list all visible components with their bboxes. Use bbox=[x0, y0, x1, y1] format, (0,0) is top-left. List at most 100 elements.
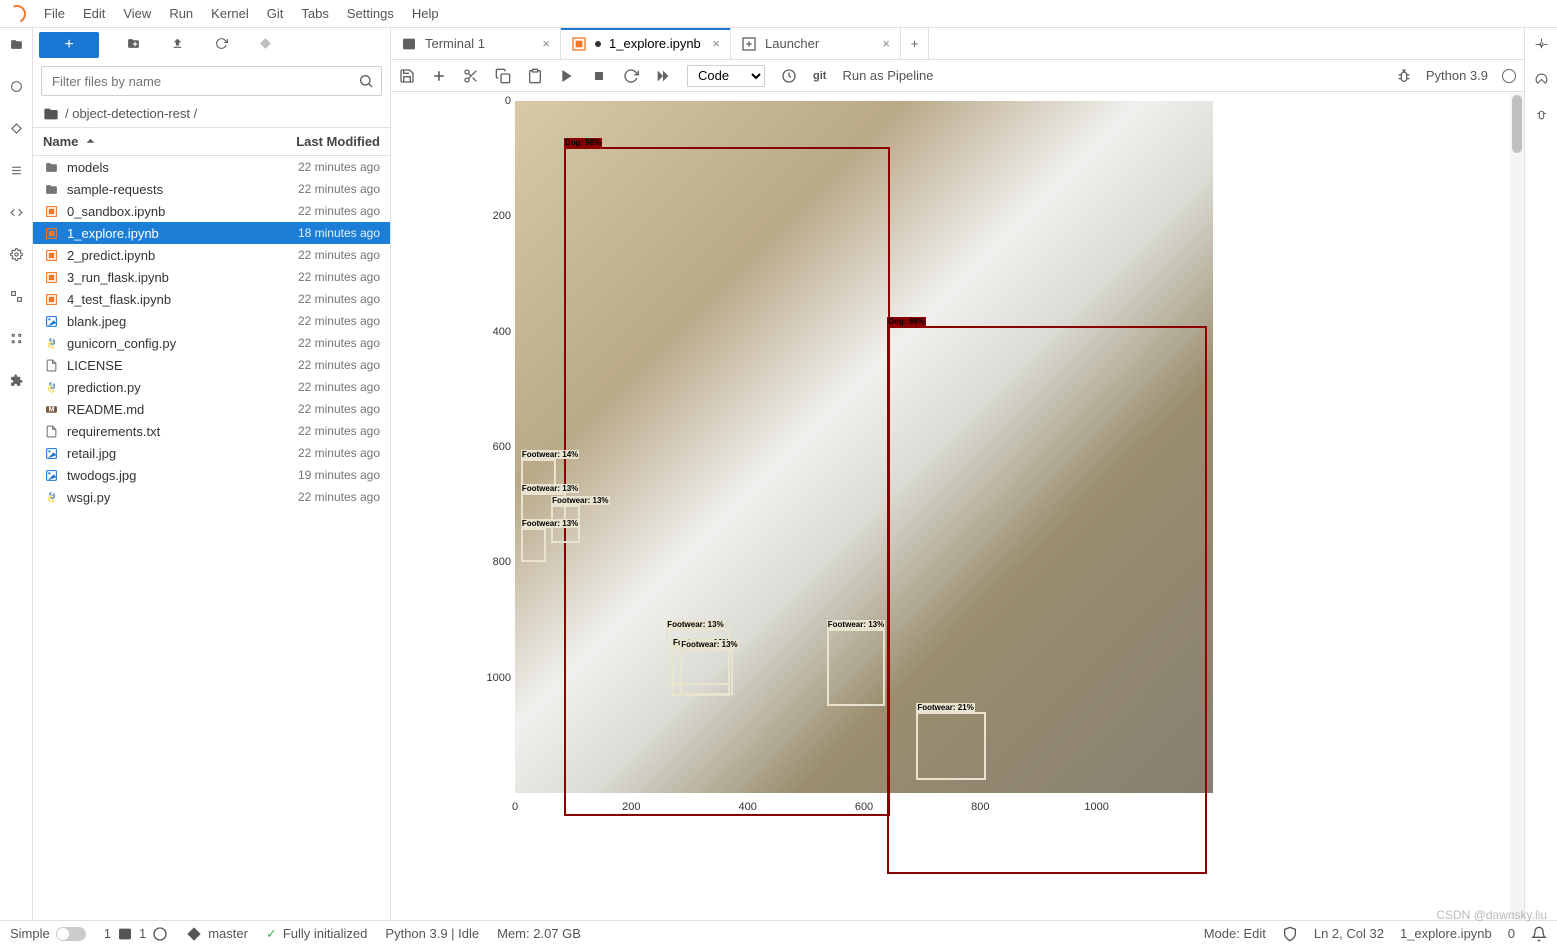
menu-run[interactable]: Run bbox=[169, 6, 193, 21]
trust-icon[interactable] bbox=[1282, 926, 1298, 942]
main-content: Terminal 1×1_explore.ipynb×Launcher×+ Co… bbox=[391, 28, 1524, 920]
y-tick: 1000 bbox=[487, 672, 511, 684]
add-cell-icon[interactable] bbox=[431, 68, 447, 84]
breadcrumb[interactable]: / object-detection-rest / bbox=[33, 100, 390, 128]
file-row[interactable]: 2_predict.ipynb22 minutes ago bbox=[33, 244, 390, 266]
tab[interactable]: Launcher× bbox=[731, 28, 901, 59]
jupyter-logo bbox=[5, 2, 28, 25]
menu-kernel[interactable]: Kernel bbox=[211, 6, 249, 21]
status-count: 0 bbox=[1508, 926, 1515, 941]
new-folder-icon[interactable] bbox=[127, 37, 143, 53]
y-tick: 400 bbox=[493, 326, 511, 338]
file-name: requirements.txt bbox=[67, 424, 298, 439]
git-icon[interactable] bbox=[6, 118, 26, 138]
save-icon[interactable] bbox=[399, 68, 415, 84]
menu-tabs[interactable]: Tabs bbox=[301, 6, 328, 21]
file-row[interactable]: LICENSE22 minutes ago bbox=[33, 354, 390, 376]
x-tick: 0 bbox=[512, 801, 518, 813]
run-icon[interactable] bbox=[559, 68, 575, 84]
code-icon[interactable] bbox=[6, 202, 26, 222]
file-row[interactable]: twodogs.jpg19 minutes ago bbox=[33, 464, 390, 486]
filter-row bbox=[33, 62, 390, 100]
tab[interactable]: 1_explore.ipynb× bbox=[561, 28, 731, 59]
scrollbar-vertical[interactable] bbox=[1510, 93, 1524, 920]
file-row[interactable]: blank.jpeg22 minutes ago bbox=[33, 310, 390, 332]
menu-git[interactable]: Git bbox=[267, 6, 284, 21]
folder-icon[interactable] bbox=[6, 34, 26, 54]
detection-box bbox=[916, 712, 986, 780]
kernel-name[interactable]: Python 3.9 bbox=[1426, 68, 1488, 83]
bell-icon[interactable] bbox=[1531, 926, 1547, 942]
close-icon[interactable]: × bbox=[712, 36, 720, 51]
file-browser-toolbar: + bbox=[33, 28, 390, 62]
dashboard-icon[interactable] bbox=[1535, 73, 1548, 86]
copy-icon[interactable] bbox=[495, 68, 511, 84]
file-row[interactable]: sample-requests22 minutes ago bbox=[33, 178, 390, 200]
menu-help[interactable]: Help bbox=[412, 6, 439, 21]
run-all-icon[interactable] bbox=[655, 68, 671, 84]
close-icon[interactable]: × bbox=[542, 36, 550, 51]
extension-icon[interactable] bbox=[6, 370, 26, 390]
status-tabs[interactable]: 11 bbox=[104, 926, 168, 942]
upload-icon[interactable] bbox=[171, 37, 187, 53]
file-row[interactable]: MREADME.md22 minutes ago bbox=[33, 398, 390, 420]
kernel-indicator[interactable] bbox=[1502, 69, 1516, 83]
file-row[interactable]: gunicorn_config.py22 minutes ago bbox=[33, 332, 390, 354]
header-name[interactable]: Name bbox=[43, 134, 97, 149]
run-pipeline-button[interactable]: Run as Pipeline bbox=[842, 68, 933, 83]
restart-icon[interactable] bbox=[623, 68, 639, 84]
debug-icon[interactable] bbox=[1535, 108, 1548, 121]
nb-icon bbox=[43, 291, 59, 307]
detection-label: Dog: 98% bbox=[564, 138, 602, 147]
file-row[interactable]: prediction.py22 minutes ago bbox=[33, 376, 390, 398]
file-row[interactable]: retail.jpg22 minutes ago bbox=[33, 442, 390, 464]
property-inspector-icon[interactable] bbox=[1535, 38, 1548, 51]
breadcrumb-path: / object-detection-rest / bbox=[65, 106, 197, 121]
file-row[interactable]: wsgi.py22 minutes ago bbox=[33, 486, 390, 508]
file-name: LICENSE bbox=[67, 358, 298, 373]
stop-icon[interactable] bbox=[591, 68, 607, 84]
render-icon[interactable] bbox=[781, 68, 797, 84]
menu-edit[interactable]: Edit bbox=[83, 6, 105, 21]
components-icon[interactable] bbox=[6, 328, 26, 348]
cell-type-select[interactable]: Code bbox=[687, 65, 765, 87]
dirty-dot bbox=[595, 41, 601, 47]
filter-input[interactable] bbox=[41, 66, 382, 96]
img-icon bbox=[43, 313, 59, 329]
file-row[interactable]: 1_explore.ipynb18 minutes ago bbox=[33, 222, 390, 244]
menu-view[interactable]: View bbox=[123, 6, 151, 21]
py-icon bbox=[43, 379, 59, 395]
bug-icon[interactable] bbox=[1396, 68, 1412, 84]
cut-icon[interactable] bbox=[463, 68, 479, 84]
file-row[interactable]: 4_test_flask.ipynb22 minutes ago bbox=[33, 288, 390, 310]
nb-icon bbox=[43, 247, 59, 263]
running-icon[interactable] bbox=[6, 76, 26, 96]
header-modified[interactable]: Last Modified bbox=[296, 134, 380, 149]
new-tab-button[interactable]: + bbox=[901, 28, 929, 59]
right-sidebar bbox=[1524, 28, 1557, 920]
menu-settings[interactable]: Settings bbox=[347, 6, 394, 21]
menu-file[interactable]: File bbox=[44, 6, 65, 21]
refresh-icon[interactable] bbox=[215, 37, 231, 53]
file-modified: 22 minutes ago bbox=[298, 336, 380, 350]
status-branch[interactable]: master bbox=[186, 926, 248, 942]
close-icon[interactable]: × bbox=[882, 36, 890, 51]
tab[interactable]: Terminal 1× bbox=[391, 28, 561, 59]
file-modified: 22 minutes ago bbox=[298, 402, 380, 416]
file-row[interactable]: models22 minutes ago bbox=[33, 156, 390, 178]
file-row[interactable]: requirements.txt22 minutes ago bbox=[33, 420, 390, 442]
git-clone-icon[interactable] bbox=[259, 37, 275, 53]
status-mode: Mode: Edit bbox=[1204, 926, 1266, 941]
file-name: blank.jpeg bbox=[67, 314, 298, 329]
git-label[interactable]: git bbox=[813, 70, 826, 82]
file-row[interactable]: 0_sandbox.ipynb22 minutes ago bbox=[33, 200, 390, 222]
build-icon[interactable] bbox=[6, 244, 26, 264]
simple-toggle[interactable]: Simple bbox=[10, 926, 86, 941]
new-launcher-button[interactable]: + bbox=[39, 32, 99, 58]
toc-icon[interactable] bbox=[6, 160, 26, 180]
search-icon bbox=[358, 73, 374, 89]
file-row[interactable]: 3_run_flask.ipynb22 minutes ago bbox=[33, 266, 390, 288]
paste-icon[interactable] bbox=[527, 68, 543, 84]
detection-label: Footwear: 13% bbox=[521, 484, 579, 493]
pipeline-icon[interactable] bbox=[6, 286, 26, 306]
